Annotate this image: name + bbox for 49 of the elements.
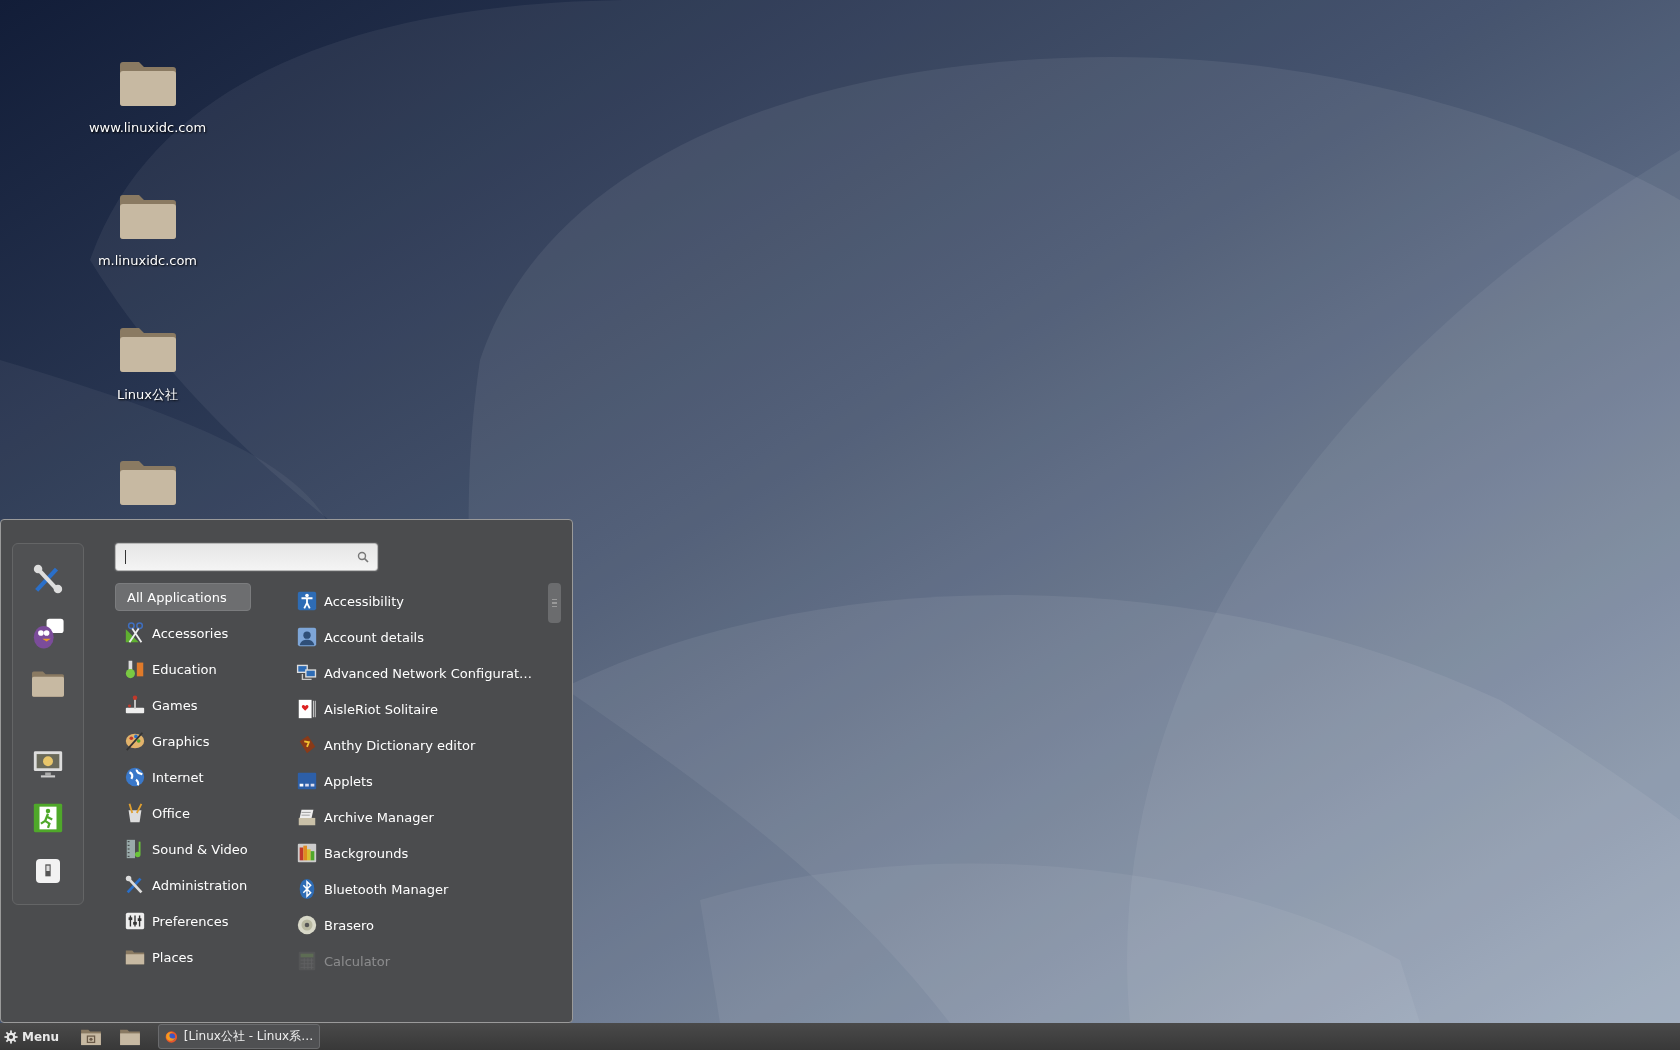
category-item[interactable]: Administration (115, 871, 251, 899)
folder-label[interactable]: m.linuxidc.com (97, 253, 198, 268)
folder-label[interactable]: www.linuxidc.com (88, 120, 207, 135)
user-icon (296, 626, 318, 648)
camera-folder-icon[interactable] (80, 1027, 103, 1046)
application-item[interactable]: Applets (296, 767, 528, 795)
category-item[interactable]: Internet (115, 763, 251, 791)
menu-button[interactable]: Menu (0, 1024, 64, 1049)
category-item[interactable]: Sound & Video (115, 835, 251, 863)
category-item[interactable]: Accessories (115, 619, 251, 647)
application-item[interactable]: Bluetooth Manager (296, 875, 528, 903)
sliders-panel-icon (124, 910, 146, 932)
applets-panel-icon (296, 770, 318, 792)
category-item[interactable]: Places (115, 943, 251, 971)
category-item[interactable]: Preferences (115, 907, 251, 935)
accessibility-icon (296, 590, 318, 612)
scissors-ruler-icon (124, 622, 146, 644)
window-button[interactable]: [Linux公社 - Linux系… (158, 1024, 321, 1049)
color-bars-icon (296, 842, 318, 864)
scrollbar-thumb[interactable] (548, 583, 561, 623)
tools-icon (31, 562, 65, 596)
folder-icon (32, 670, 64, 697)
search-icon (357, 551, 369, 563)
application-item[interactable]: Account details (296, 623, 528, 651)
search-field[interactable] (115, 543, 378, 571)
playing-card-icon (296, 698, 318, 720)
joystick-icon (124, 694, 146, 716)
disc-icon (296, 914, 318, 936)
flask-books-icon (124, 658, 146, 680)
application-item[interactable]: AisleRiot Solitaire (296, 695, 528, 723)
gear-icon (4, 1029, 18, 1044)
application-item[interactable]: Accessibility (296, 587, 528, 615)
application-item[interactable]: Archive Manager (296, 803, 528, 831)
category-item[interactable]: Office (115, 799, 251, 827)
category-item[interactable]: Graphics (115, 727, 251, 755)
text-cursor (125, 550, 126, 564)
exit-door-icon (31, 801, 65, 835)
application-item[interactable]: Backgrounds (296, 839, 528, 867)
folder-icon[interactable] (119, 1027, 142, 1046)
palette-icon (124, 730, 146, 752)
category-item[interactable]: All Applications (115, 583, 251, 611)
category-item[interactable]: Education (115, 655, 251, 683)
calculator-icon (296, 950, 318, 972)
folder-label[interactable]: Linux公社 (117, 386, 178, 404)
bird-chat-icon (31, 616, 65, 650)
globe-icon (124, 766, 146, 788)
category-item[interactable]: Games (115, 691, 251, 719)
application-item[interactable]: Brasero (296, 911, 528, 939)
application-item[interactable]: Anthy Dictionary editor (296, 731, 528, 759)
